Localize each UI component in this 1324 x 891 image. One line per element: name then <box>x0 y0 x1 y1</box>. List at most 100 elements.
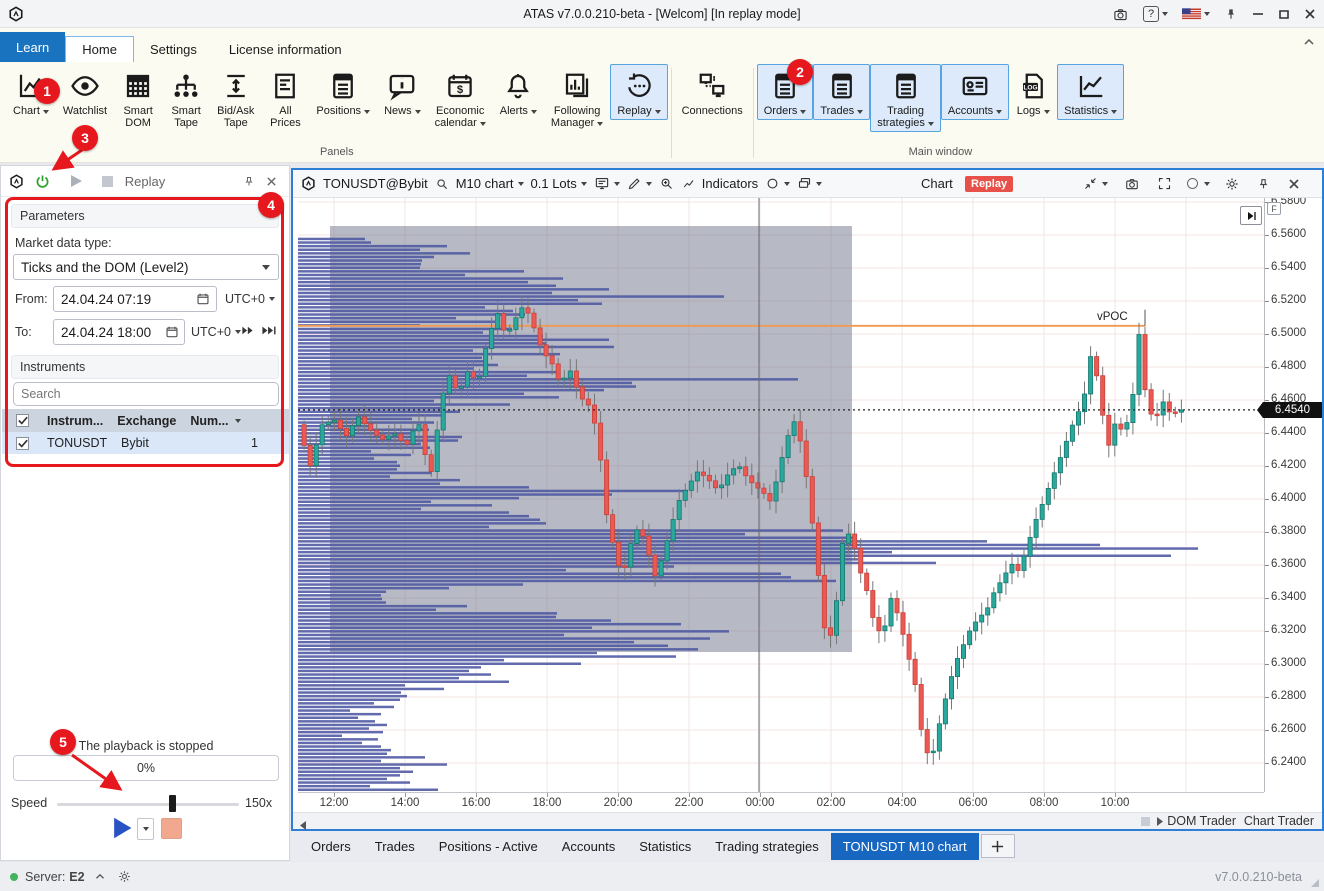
instruments-table-header[interactable]: Instrum... Exchange Num... <box>2 409 289 432</box>
chart-settings-icon[interactable] <box>1224 176 1240 192</box>
zoom-in-button[interactable] <box>659 176 674 191</box>
close-panel-icon[interactable] <box>266 176 277 187</box>
pin-panel-icon[interactable] <box>243 175 255 188</box>
skip-forward-icon[interactable] <box>241 324 256 337</box>
workspace-tab-orders[interactable]: Orders <box>299 833 363 860</box>
ribbon-button-smart-tape[interactable]: SmartTape <box>162 64 210 132</box>
skip-to-end-icon[interactable] <box>261 324 278 337</box>
close-button[interactable] <box>1304 8 1316 20</box>
search-icon[interactable] <box>435 177 449 191</box>
workspace-tab-trades[interactable]: Trades <box>363 833 427 860</box>
replay-power-button[interactable] <box>34 173 51 190</box>
maximize-button[interactable] <box>1278 8 1290 20</box>
ribbon-button-alerts[interactable]: Alerts <box>493 64 544 120</box>
from-timezone-select[interactable]: UTC+0 <box>225 292 275 306</box>
replay-stop-button[interactable] <box>101 175 114 188</box>
ribbon-button-trades[interactable]: Trades <box>813 64 870 120</box>
pin-window-icon[interactable] <box>1224 7 1238 21</box>
ribbon-button-all-prices[interactable]: AllPrices <box>261 64 309 132</box>
layout-button[interactable] <box>797 176 822 191</box>
scroll-right-icon[interactable] <box>1156 817 1164 826</box>
drawing-tools-button[interactable] <box>627 176 652 191</box>
help-menu[interactable]: ? <box>1143 6 1168 22</box>
ribbon-button-label: Tradingstrategies <box>877 105 934 129</box>
ribbon-button-connections[interactable]: Connections <box>675 64 750 120</box>
ribbon-button-accounts[interactable]: Accounts <box>941 64 1009 120</box>
market-data-type-select[interactable]: Ticks and the DOM (Level2) <box>13 254 279 280</box>
ribbon-button-statistics[interactable]: Statistics <box>1057 64 1124 120</box>
time-axis-label: 06:00 <box>959 797 988 809</box>
select-all-checkbox[interactable] <box>16 414 29 427</box>
workspace-tab-active[interactable]: TONUSDT M10 chart <box>831 833 979 860</box>
speed-slider-track[interactable] <box>57 803 239 806</box>
tab-license-information[interactable]: License information <box>213 36 358 62</box>
ribbon-button-positions[interactable]: Positions <box>309 64 377 120</box>
chart-horizontal-scrollbar[interactable]: DOM Trader Chart Trader <box>293 812 1322 829</box>
ribbon-button-following-manager[interactable]: FollowingManager <box>544 64 610 132</box>
server-collapse-icon[interactable] <box>95 873 105 880</box>
replay-play-button[interactable] <box>69 174 83 188</box>
dom-levels-button[interactable] <box>594 176 620 191</box>
tab-home[interactable]: Home <box>65 36 134 62</box>
dom-trader-link[interactable]: DOM Trader <box>1167 814 1236 828</box>
crosshair-button[interactable] <box>765 176 790 191</box>
resize-grip[interactable] <box>1310 878 1320 888</box>
playback-play-dropdown[interactable] <box>137 818 154 840</box>
chart-trader-link[interactable]: Chart Trader <box>1244 814 1314 828</box>
ribbon-button-news[interactable]: News <box>377 64 428 120</box>
from-date-field[interactable]: 24.04.24 07:19 <box>53 286 217 312</box>
workspace-tab-positions-active[interactable]: Positions - Active <box>427 833 550 860</box>
scrollbar-thumb[interactable] <box>1141 817 1150 826</box>
instrument-row[interactable]: TONUSDT Bybit 1 <box>2 432 289 454</box>
tab-settings[interactable]: Settings <box>134 36 213 62</box>
price-axis[interactable]: 6.58006.56006.54006.52006.50006.48006.46… <box>1264 198 1322 792</box>
time-axis[interactable]: 12:0014:0016:0018:0020:0022:0000:0002:00… <box>298 792 1264 812</box>
pin-chart-icon[interactable] <box>1257 177 1270 191</box>
workspace-tab-trading-strategies[interactable]: Trading strategies <box>703 833 831 860</box>
price-chart[interactable]: vPOC <box>298 198 1264 792</box>
playback-play-button[interactable] <box>111 816 133 840</box>
language-selector[interactable] <box>1182 8 1210 20</box>
add-tab-button[interactable] <box>981 834 1015 858</box>
screenshot-icon[interactable] <box>1112 7 1129 22</box>
to-timezone-select[interactable]: UTC+0 <box>191 325 241 339</box>
calendar-icon[interactable] <box>165 325 179 339</box>
indicators-button[interactable]: Indicators <box>681 176 758 191</box>
instrument-search-input[interactable] <box>13 382 279 406</box>
settings-gear-icon[interactable] <box>117 869 132 884</box>
fit-chart-button[interactable]: F <box>1267 202 1281 215</box>
ribbon-button-trading-strategies[interactable]: Tradingstrategies <box>870 64 941 132</box>
chart-symbol[interactable]: TONUSDT@Bybit <box>323 176 428 191</box>
chart-screenshot-button[interactable] <box>1124 177 1140 191</box>
ribbon-collapse-icon[interactable] <box>1304 38 1314 46</box>
ribbon-button-smart-dom[interactable]: SmartDOM <box>114 64 162 132</box>
to-date-field[interactable]: 24.04.24 18:00 <box>53 319 185 345</box>
fullscreen-button[interactable] <box>1157 176 1172 191</box>
workspace-tab-statistics[interactable]: Statistics <box>627 833 703 860</box>
ribbon-button-logs[interactable]: LOGLogs <box>1009 64 1057 120</box>
col-instrument[interactable]: Instrum... <box>47 414 103 428</box>
minimize-button[interactable] <box>1252 8 1264 20</box>
calendar-icon[interactable] <box>196 292 210 306</box>
timeframe-select[interactable]: M10 chart <box>456 176 524 191</box>
row-checkbox[interactable] <box>16 437 29 450</box>
col-num[interactable]: Num... <box>190 414 228 428</box>
playback-stop-button[interactable] <box>161 818 182 839</box>
col-exchange[interactable]: Exchange <box>117 414 176 428</box>
ribbon-button-watchlist[interactable]: Watchlist <box>56 64 114 120</box>
speed-slider-handle[interactable] <box>169 795 176 812</box>
chart-plot-area[interactable]: vPOC <box>298 198 1264 792</box>
chevron-down-icon <box>996 110 1002 114</box>
go-to-realtime-button[interactable] <box>1240 206 1262 225</box>
tab-learn[interactable]: Learn <box>0 32 65 62</box>
ribbon-button-bid-ask-tape[interactable]: Bid/AskTape <box>210 64 261 132</box>
close-chart-icon[interactable] <box>1288 178 1300 190</box>
lots-select[interactable]: 0.1 Lots <box>531 176 587 191</box>
color-scheme-button[interactable] <box>1185 176 1210 191</box>
workspace-tab-accounts[interactable]: Accounts <box>550 833 627 860</box>
ribbon-button-replay[interactable]: Replay <box>610 64 667 120</box>
time-axis-label: 12:00 <box>320 797 349 809</box>
shrink-window-button[interactable] <box>1083 176 1108 191</box>
server-value[interactable]: E2 <box>69 870 84 884</box>
ribbon-button-economic-calendar[interactable]: $Economiccalendar <box>428 64 493 132</box>
